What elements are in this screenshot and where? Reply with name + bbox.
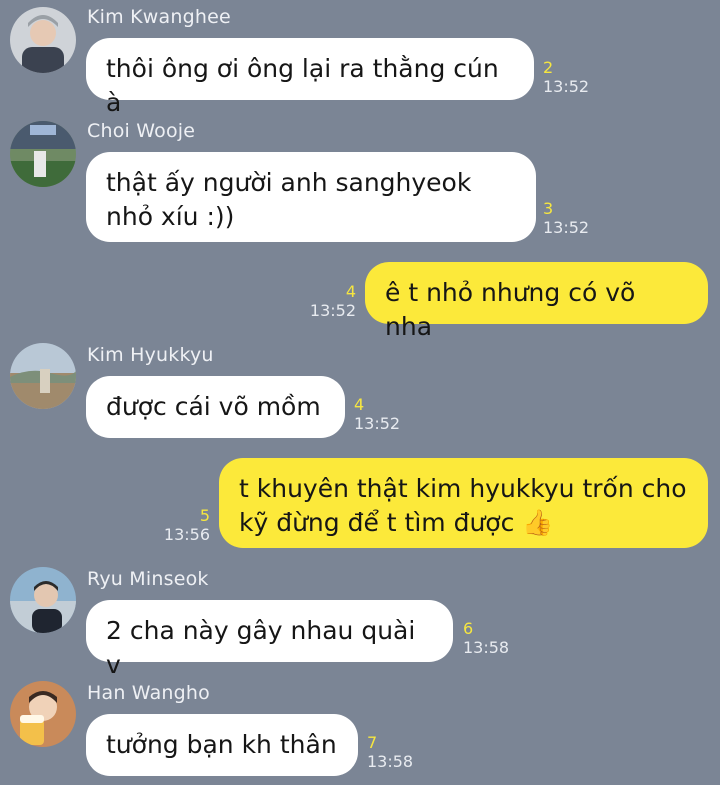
message-meta: 7 13:58 xyxy=(367,733,413,771)
avatar-kim-kwanghee[interactable] xyxy=(10,7,76,73)
unread-count: 4 xyxy=(354,395,365,414)
sender-name: Choi Wooje xyxy=(87,120,196,142)
message-bubble[interactable]: thật ấy người anh sanghyeok nhỏ xíu :)) xyxy=(86,152,536,242)
avatar-ryu-minseok[interactable] xyxy=(10,567,76,633)
message-meta: 4 13:52 xyxy=(300,282,356,320)
timestamp: 13:58 xyxy=(367,752,414,771)
unread-count: 7 xyxy=(367,733,378,752)
message-bubble[interactable]: 2 cha này gây nhau quài v xyxy=(86,600,453,679)
message-meta: 3 13:52 xyxy=(543,199,589,237)
sender-name: Kim Hyukkyu xyxy=(87,344,214,366)
avatar-han-wangho[interactable] xyxy=(10,681,76,747)
message-meta: 6 13:58 xyxy=(463,619,509,657)
avatar-choi-wooje[interactable] xyxy=(10,121,76,187)
sender-name: Han Wangho xyxy=(87,682,210,704)
message-bubble[interactable]: ê t nhỏ nhưng có võ nha xyxy=(365,262,708,341)
timestamp: 13:58 xyxy=(463,638,510,657)
message-bubble[interactable]: được cái võ mồm xyxy=(86,376,345,438)
message-bubble[interactable]: thôi ông ơi ông lại ra thằng cún à xyxy=(86,38,534,117)
message-meta: 4 13:52 xyxy=(354,395,400,433)
message-meta: 2 13:52 xyxy=(543,58,589,96)
timestamp: 13:52 xyxy=(543,77,590,96)
unread-count: 2 xyxy=(543,58,554,77)
message-bubble[interactable]: t khuyên thật kim hyukkyu trốn cho kỹ đừ… xyxy=(219,458,708,548)
avatar-kim-hyukkyu[interactable] xyxy=(10,343,76,409)
timestamp: 13:52 xyxy=(309,301,356,320)
timestamp: 13:56 xyxy=(163,525,210,544)
message-bubble[interactable]: tưởng bạn kh thân xyxy=(86,714,358,776)
sender-name: Ryu Minseok xyxy=(87,568,209,590)
unread-count: 5 xyxy=(199,506,210,525)
unread-count: 6 xyxy=(463,619,474,638)
unread-count: 4 xyxy=(345,282,356,301)
timestamp: 13:52 xyxy=(354,414,401,433)
timestamp: 13:52 xyxy=(543,218,590,237)
unread-count: 3 xyxy=(543,199,554,218)
sender-name: Kim Kwanghee xyxy=(87,6,231,28)
message-meta: 5 13:56 xyxy=(150,506,210,544)
